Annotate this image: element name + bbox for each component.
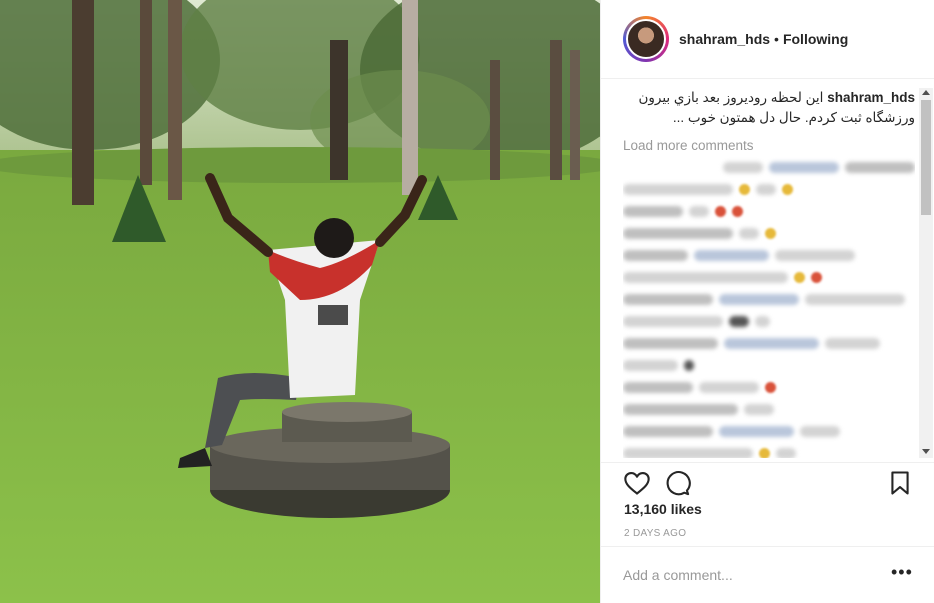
comment-bubble-icon[interactable] xyxy=(663,469,691,497)
blurred-username xyxy=(623,228,733,239)
separator-dot: • xyxy=(774,31,779,47)
scroll-down-arrow-icon[interactable] xyxy=(922,449,930,454)
comment-row xyxy=(623,424,915,439)
blurred-comment-text xyxy=(775,250,855,261)
blurred-emoji xyxy=(811,272,822,283)
blurred-emoji xyxy=(765,228,776,239)
blurred-comment-text xyxy=(825,338,880,349)
header-username[interactable]: shahram_hds xyxy=(679,31,770,47)
blurred-username xyxy=(623,206,683,217)
blurred-username xyxy=(845,162,915,173)
blurred-comment-text xyxy=(805,294,905,305)
comment-row xyxy=(623,336,915,351)
blurred-emoji xyxy=(794,272,805,283)
park-photo-illustration xyxy=(0,0,600,603)
comment-row xyxy=(623,446,915,458)
comment-row xyxy=(623,314,915,329)
blurred-username xyxy=(623,250,688,261)
more-options-icon[interactable]: ••• xyxy=(891,563,913,581)
blurred-username xyxy=(623,382,693,393)
add-comment-input[interactable] xyxy=(623,561,863,589)
story-ring[interactable] xyxy=(623,16,669,62)
comment-row xyxy=(623,204,915,219)
blurred-comment-text xyxy=(689,206,709,217)
comment-row xyxy=(623,402,915,417)
header-user-line: shahram_hds • Following xyxy=(679,31,848,47)
blurred-mention xyxy=(719,426,794,437)
following-button[interactable]: Following xyxy=(783,31,848,47)
blurred-mention xyxy=(769,162,839,173)
blurred-comment-text xyxy=(623,272,788,283)
blurred-emoji xyxy=(729,316,749,327)
blurred-comment-text xyxy=(776,448,796,458)
comment-row xyxy=(623,270,915,285)
add-comment-bar: ••• xyxy=(601,546,934,603)
blurred-comment-text xyxy=(623,448,753,458)
comment-row xyxy=(623,292,915,307)
post-side-panel: shahram_hds • Following shahram_hds اين لح… xyxy=(600,0,934,603)
blurred-username xyxy=(623,294,713,305)
blurred-comment-text xyxy=(755,316,770,327)
blurred-mention xyxy=(694,250,769,261)
blurred-emoji xyxy=(732,206,743,217)
scroll-up-arrow-icon[interactable] xyxy=(922,90,930,95)
comment-row xyxy=(623,380,915,395)
comments-list[interactable]: shahram_hds اين لحظه روديروز بعد بازي بي… xyxy=(623,88,915,458)
instagram-post-view: shahram_hds • Following shahram_hds اين لح… xyxy=(0,0,934,603)
blurred-comment-text xyxy=(723,162,763,173)
blurred-username xyxy=(623,404,738,415)
comment-row xyxy=(623,182,915,197)
blurred-comment-text xyxy=(739,228,759,239)
blurred-comment-text xyxy=(800,426,840,437)
scroll-thumb[interactable] xyxy=(921,100,931,215)
blurred-emoji xyxy=(765,382,776,393)
post-timestamp[interactable]: 2 DAYS AGO xyxy=(624,528,686,539)
blurred-comment-text xyxy=(744,404,774,415)
blurred-comment-text xyxy=(623,316,723,327)
blurred-emoji xyxy=(782,184,793,195)
caption-username[interactable]: shahram_hds xyxy=(827,90,915,105)
blurred-comment-text xyxy=(623,360,678,371)
load-more-comments[interactable]: Load more comments xyxy=(623,138,915,153)
blurred-mention xyxy=(719,294,799,305)
blurred-comment-text xyxy=(623,184,733,195)
blurred-comment-text xyxy=(756,184,776,195)
avatar[interactable] xyxy=(626,19,666,59)
heart-icon[interactable] xyxy=(623,469,651,497)
blurred-comment-text xyxy=(699,382,759,393)
comment-row xyxy=(623,358,915,373)
blurred-emoji xyxy=(715,206,726,217)
blurred-emoji xyxy=(759,448,770,458)
blurred-emoji xyxy=(684,360,694,371)
post-header: shahram_hds • Following xyxy=(601,0,934,79)
comment-row xyxy=(623,226,915,241)
action-bar xyxy=(601,462,934,502)
bookmark-icon[interactable] xyxy=(886,469,914,497)
comment-row xyxy=(623,248,915,263)
post-photo[interactable] xyxy=(0,0,600,603)
like-count[interactable]: 13,160 likes xyxy=(624,501,702,517)
comment-row xyxy=(623,160,915,175)
blurred-username xyxy=(623,426,713,437)
blurred-emoji xyxy=(739,184,750,195)
caption: shahram_hds اين لحظه روديروز بعد بازي بي… xyxy=(623,88,915,128)
comments-scrollbar[interactable] xyxy=(919,88,933,458)
blurred-mention xyxy=(724,338,819,349)
blurred-username xyxy=(623,338,718,349)
